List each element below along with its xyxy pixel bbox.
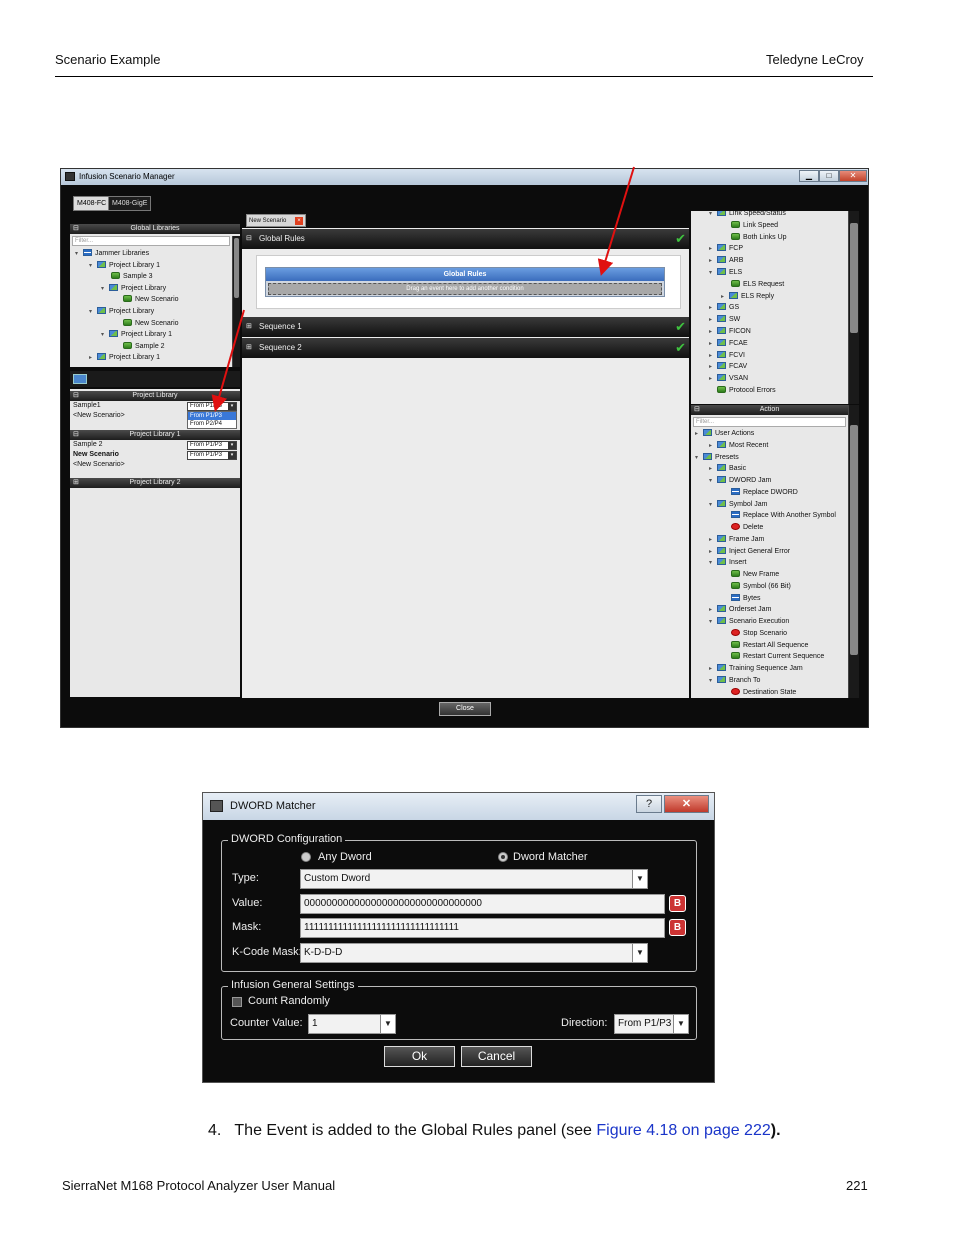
dword-configuration-group: DWORD Configuration Any Dword Dword Matc… xyxy=(221,833,697,972)
step-4: 4. The Event is added to the Global Rule… xyxy=(208,1122,781,1140)
direction-label: Direction: xyxy=(561,1017,608,1029)
count-randomly-label: Count Randomly xyxy=(248,995,330,1007)
direction-select[interactable]: From P1/P3 ▼ xyxy=(614,1014,689,1034)
any-dword-label: Any Dword xyxy=(318,851,372,863)
any-dword-radio[interactable] xyxy=(301,852,311,862)
dialog-title: DWORD Matcher xyxy=(230,800,316,812)
ok-button[interactable]: Ok xyxy=(384,1046,455,1067)
value-label: Value: xyxy=(232,897,263,909)
cancel-button[interactable]: Cancel xyxy=(461,1046,532,1067)
page-footer-left: SierraNet M168 Protocol Analyzer User Ma… xyxy=(62,1178,336,1193)
dword-matcher-label: Dword Matcher xyxy=(513,851,588,863)
page-number: 221 xyxy=(846,1178,868,1193)
type-select[interactable]: Custom Dword ▼ xyxy=(300,869,648,889)
dialog-close-button[interactable]: ✕ xyxy=(664,795,709,813)
mask-input[interactable]: 11111111111111111111111111111111 xyxy=(300,918,665,938)
step-text-end: ). xyxy=(770,1122,781,1139)
count-randomly-checkbox[interactable] xyxy=(232,997,242,1007)
counter-value-spinner[interactable]: 1 ▼ xyxy=(308,1014,396,1034)
kcode-mask-select[interactable]: K-D-D-D ▼ xyxy=(300,943,648,963)
figure-link[interactable]: Figure 4.18 on page 222 xyxy=(596,1122,770,1139)
mask-bit-editor-button[interactable]: B xyxy=(669,919,686,936)
value-bit-editor-button[interactable]: B xyxy=(669,895,686,912)
kcode-mask-label: K-Code Mask: xyxy=(232,946,302,958)
dialog-app-icon xyxy=(210,800,223,812)
annotation-arrows xyxy=(211,166,635,412)
value-input[interactable]: 00000000000000000000000000000000 xyxy=(300,894,665,914)
arrow-to-drop-zone xyxy=(597,166,635,276)
dialog-titlebar: DWORD Matcher ? ✕ xyxy=(203,793,714,820)
dword-configuration-legend: DWORD Configuration xyxy=(228,833,346,845)
step-text: The Event is added to the Global Rules p… xyxy=(234,1122,597,1139)
infusion-general-settings-group: Infusion General Settings Count Randomly… xyxy=(221,979,697,1040)
arrow-to-direction-dropdown xyxy=(211,309,245,412)
step-number: 4. xyxy=(208,1122,222,1139)
counter-value-label: Counter Value: xyxy=(230,1017,303,1029)
dword-matcher-radio[interactable] xyxy=(498,852,508,862)
help-button[interactable]: ? xyxy=(636,795,662,813)
mask-label: Mask: xyxy=(232,921,262,933)
infusion-general-settings-legend: Infusion General Settings xyxy=(228,979,358,991)
dword-matcher-dialog: DWORD Matcher ? ✕ DWORD Configuration An… xyxy=(202,792,715,1083)
type-label: Type: xyxy=(232,872,259,884)
